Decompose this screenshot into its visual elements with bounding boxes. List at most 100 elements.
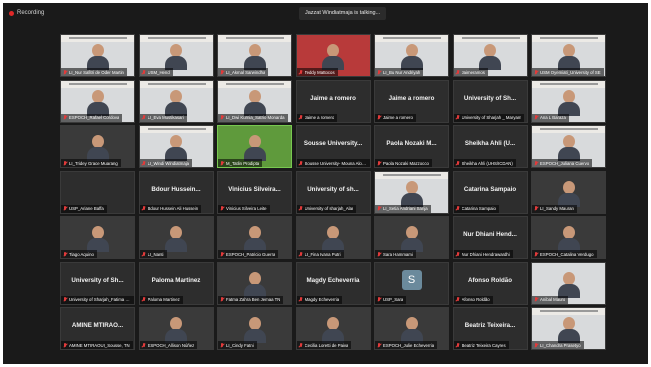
- virtual-background-banner: [218, 35, 291, 42]
- participant-tile[interactable]: LI_Eva Mustikasari: [138, 79, 214, 123]
- participant-tile[interactable]: Paola Nozaki M... Paola Nozaki Mazzocco: [374, 125, 449, 168]
- participant-name-bar: Vinicius Silveira Leite: [218, 204, 270, 213]
- participant-tile[interactable]: Fatma Zahra Ben Jemaa TN: [217, 261, 292, 305]
- muted-mic-icon: [456, 206, 460, 211]
- participant-video: [400, 317, 423, 343]
- participant-tile[interactable]: Catarina Sampaio Catarina Sampaio: [452, 170, 528, 214]
- recording-indicator[interactable]: Recording: [9, 8, 44, 18]
- participant-name-bar: LI_Bu Nur Andriyah: [375, 68, 424, 76]
- muted-mic-icon: [534, 160, 538, 166]
- participant-tile[interactable]: Jaime a romero Jaime a romero: [295, 79, 371, 123]
- participant-tile[interactable]: Afonso Roldão Afonso Roldão: [452, 261, 528, 305]
- muted-mic-icon: [220, 206, 224, 211]
- participant-name-bar: Jaimeramos: [453, 68, 488, 76]
- participant-name: Paola Nozaki Mazzocco: [383, 160, 429, 166]
- participant-tile[interactable]: University of Sh... University of Sharjah…: [452, 79, 528, 123]
- participant-tile[interactable]: Jaime a romero Jaime a romero: [374, 79, 449, 123]
- participant-name-bar: Fatma Zahra Ben Jemaa TN: [218, 295, 284, 304]
- participant-name-bar: Sara Hammami: [375, 250, 416, 258]
- participant-tile[interactable]: LI_Tridey Grace Muarang: [60, 125, 135, 168]
- participant-tile[interactable]: Magdy Echeverria Magdy Echeverria: [295, 261, 371, 305]
- participant-name: Jaime a romero: [304, 115, 335, 120]
- participant-video: [557, 317, 580, 343]
- participant-tile[interactable]: LI_Nur Safitri de Oder Martin: [60, 34, 135, 77]
- participant-tile[interactable]: S USP_Sara: [374, 261, 449, 305]
- participant-name: ESPOCH_Patricio Guerra: [226, 251, 276, 257]
- participant-tile[interactable]: LI_Setia Andriani Sanja: [374, 170, 449, 214]
- participant-tile[interactable]: Sara Hammami: [374, 216, 449, 259]
- muted-mic-icon: [456, 297, 460, 302]
- muted-mic-icon: [142, 297, 146, 302]
- participant-tile[interactable]: Paloma Martinez Paloma Martinez: [138, 261, 214, 305]
- participant-tile[interactable]: Ana L Baraza: [531, 79, 606, 123]
- participant-tile[interactable]: Cecilia Loretti de Paiva: [295, 307, 371, 350]
- participant-tile[interactable]: LI_Chandra Prasetyo: [531, 307, 606, 350]
- participant-video: [165, 317, 187, 343]
- participant-display-name: Beatriz Teixeira...: [464, 322, 516, 329]
- gallery-grid: LI_Nur Safitri de Oder Martin USM_Hend LI_…: [60, 34, 608, 350]
- muted-mic-icon: [220, 115, 224, 120]
- virtual-background-banner: [61, 35, 134, 42]
- participant-tile[interactable]: Nur Dhiani Hend... Nur Dhiani Hendrawardh…: [452, 216, 528, 259]
- participant-tile[interactable]: ESPOCH_Julie Echeverria: [374, 307, 449, 350]
- participant-tile[interactable]: LI_Dwi Kurnia_Satrio Monarda: [217, 79, 292, 123]
- participant-video: [322, 226, 344, 252]
- muted-mic-icon: [299, 69, 303, 75]
- participant-name: Catarina Sampaio: [461, 206, 496, 211]
- participant-name-bar: LI_Eva Mustikasari: [139, 113, 187, 122]
- participant-tile[interactable]: USM Oyemiati_University of SE: [531, 34, 606, 77]
- participant-tile[interactable]: Teddy Mattocos: [295, 34, 371, 77]
- participant-name: ESPOCH_Allison Núñez: [147, 342, 195, 348]
- participant-name-bar: Bdour Hussein Ali Hussein: [139, 204, 202, 213]
- participant-name: Afonso Roldão: [461, 297, 490, 302]
- muted-mic-icon: [534, 69, 538, 75]
- participant-tile[interactable]: ESPOCH_Catalina Verdugo: [531, 216, 606, 259]
- virtual-background-banner: [532, 80, 605, 88]
- muted-mic-icon: [220, 297, 224, 302]
- participant-tile[interactable]: USM_Hend: [138, 34, 214, 77]
- participant-tile[interactable]: LI_Fina Ivana Putri: [295, 216, 371, 259]
- participant-video: [86, 226, 109, 252]
- participant-tile[interactable]: Beatriz Teixeira... Beatriz Teixeira Cayr…: [452, 307, 528, 350]
- participant-tile[interactable]: LI_Bu Nur Andriyah: [374, 34, 449, 77]
- participant-tile[interactable]: USP_Ariane Baffa: [60, 170, 135, 214]
- muted-mic-icon: [142, 251, 146, 257]
- participant-tile[interactable]: Sousse University... Sousse University- M…: [295, 125, 371, 168]
- participant-video: [400, 44, 423, 70]
- muted-mic-icon: [377, 69, 381, 75]
- participant-tile[interactable]: Sheikha Ahli (U... Sheikha Ahli (UHS/ICDA…: [452, 125, 528, 168]
- participant-tile[interactable]: LI_Windi Windiatmaja: [138, 125, 214, 168]
- participant-name: ESPOCH_Catalina Verdugo: [540, 251, 594, 257]
- participant-tile[interactable]: Bdour Hussein... Bdour Hussein Ali Hussei…: [138, 170, 214, 214]
- participant-tile[interactable]: ESPOCH_Juliana Cuervo: [531, 125, 606, 168]
- participant-tile[interactable]: Jaimeramos: [452, 34, 528, 77]
- participant-name: Nur Dhiani Hendrawardhi: [461, 251, 510, 257]
- participant-tile[interactable]: Anibal Mauro: [531, 261, 606, 305]
- participant-name-bar: Sousse University- Mouna Aloudi: [296, 159, 370, 167]
- participant-name-bar: Paloma Martinez: [139, 295, 183, 304]
- participant-name-bar: Sheikha Ahli (UHS/ICDAN): [453, 159, 516, 167]
- participant-tile[interactable]: Vinicius Silveira... Vinicius Silveira Le…: [217, 170, 292, 214]
- muted-mic-icon: [63, 297, 67, 302]
- virtual-background-banner: [139, 80, 213, 88]
- participant-tile[interactable]: LI_Cindy Fatni: [217, 307, 292, 350]
- participant-name: LI_Nanti: [147, 251, 164, 257]
- participant-tile[interactable]: LI_Akmal Sarwindha: [217, 34, 292, 77]
- participant-video: [557, 44, 580, 70]
- participant-tile[interactable]: ESPOCH_Allison Núñez: [138, 307, 214, 350]
- participant-tile[interactable]: LI_Nanti: [138, 216, 214, 259]
- participant-tile[interactable]: LI_Sandy Mauran: [531, 170, 606, 214]
- muted-mic-icon: [456, 342, 460, 348]
- participant-tile[interactable]: University of Sh... University of Sharjah…: [60, 261, 135, 305]
- participant-tile[interactable]: ESPOCH_Rafael Cordova: [60, 79, 135, 123]
- participant-video: [557, 271, 580, 298]
- participant-tile[interactable]: AMINE MTIRAO... AMINE MTIRAOUI_Sousse, TN: [60, 307, 135, 350]
- participant-display-name: AMINE MTIRAO...: [71, 322, 124, 329]
- participant-video: [165, 44, 187, 70]
- participant-name: USP_Sara: [383, 297, 404, 302]
- participant-tile[interactable]: ESPOCH_Patricio Guerra: [217, 216, 292, 259]
- participant-tile[interactable]: University of sh... University of sharjah…: [295, 170, 371, 214]
- muted-mic-icon: [456, 251, 460, 257]
- participant-tile[interactable]: M_Tatlin Prodipta: [217, 125, 292, 168]
- participant-tile[interactable]: Tiago Aquino: [60, 216, 135, 259]
